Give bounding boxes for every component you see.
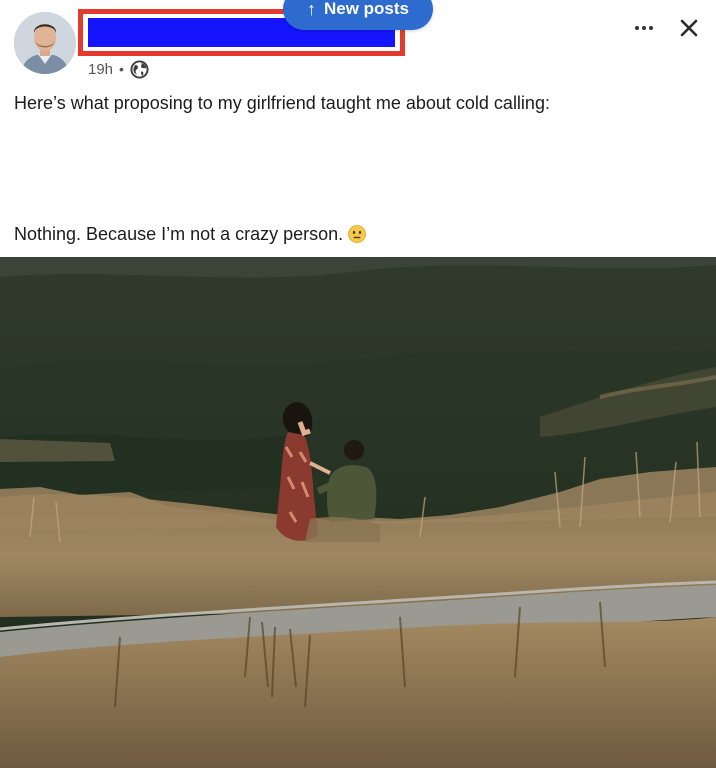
- avatar-photo: [14, 12, 76, 74]
- meta-separator: •: [119, 61, 124, 77]
- post-text-line-1: Here’s what proposing to my girlfriend t…: [14, 93, 550, 113]
- more-options-button[interactable]: [628, 14, 660, 42]
- post-meta: 19h •: [88, 59, 149, 79]
- new-posts-button[interactable]: ↑ New posts: [283, 0, 433, 30]
- close-icon[interactable]: [678, 17, 700, 39]
- more-horizontal-icon-dot: [642, 26, 646, 30]
- proposal-photo[interactable]: [0, 257, 716, 768]
- post-time: 19h: [88, 60, 114, 78]
- post-text-line-2-text: Nothing. Because I’m not a crazy person.: [14, 224, 344, 244]
- more-horizontal-icon-dot: [649, 26, 653, 30]
- avatar[interactable]: [14, 12, 76, 74]
- post-text-line-2: Nothing. Because I’m not a crazy person.: [14, 222, 704, 246]
- arrow-up-icon: ↑: [306, 0, 316, 19]
- neutral-face-emoji: [348, 225, 367, 243]
- globe-icon: [130, 59, 149, 79]
- new-posts-label: New posts: [323, 0, 410, 18]
- more-horizontal-icon: [635, 26, 639, 30]
